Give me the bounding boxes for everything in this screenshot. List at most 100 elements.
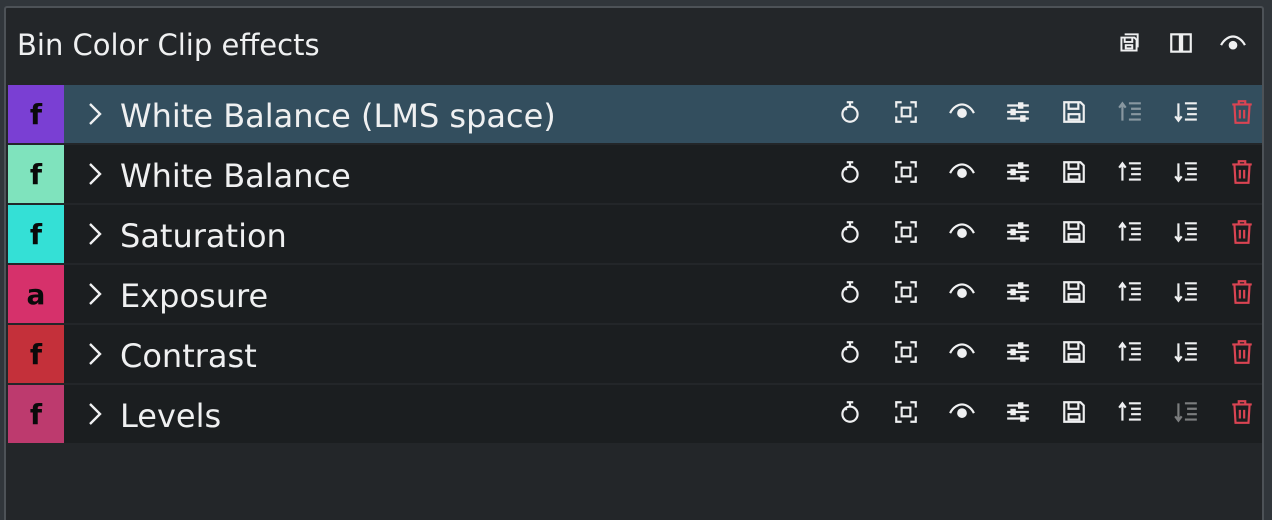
move-down-icon (1173, 279, 1199, 309)
delete-icon (1229, 159, 1255, 189)
chevron-right-icon[interactable] (84, 341, 106, 367)
effect-row[interactable]: f White Balance (8, 145, 1262, 203)
move-up-button[interactable] (1102, 340, 1158, 368)
keyframes-button[interactable] (822, 100, 878, 128)
move-down-icon (1173, 399, 1199, 429)
visibility-icon[interactable] (1220, 30, 1246, 60)
effect-row[interactable]: f Contrast (8, 325, 1262, 383)
compare-icon[interactable] (1168, 30, 1194, 60)
save-effect-button[interactable] (1046, 340, 1102, 368)
fit-button[interactable] (878, 100, 934, 128)
delete-effect-button[interactable] (1214, 220, 1270, 248)
effect-row[interactable]: f Levels (8, 385, 1262, 443)
effect-stack-panel: Bin Color Clip effects f White Balance (L… (4, 6, 1264, 520)
move-down-button[interactable] (1158, 340, 1214, 368)
save-effect-button[interactable] (1046, 400, 1102, 428)
chevron-right-icon[interactable] (84, 161, 106, 187)
fit-button[interactable] (878, 220, 934, 248)
delete-icon (1229, 99, 1255, 129)
chevron-right-icon[interactable] (84, 401, 106, 427)
move-down-icon (1173, 99, 1199, 129)
effect-name: Exposure (120, 277, 269, 315)
effect-actions (822, 100, 1270, 128)
move-up-button[interactable] (1102, 220, 1158, 248)
save-effect-button[interactable] (1046, 280, 1102, 308)
fit-button[interactable] (878, 340, 934, 368)
effect-row[interactable]: f Saturation (8, 205, 1262, 263)
delete-icon (1229, 279, 1255, 309)
chevron-right-icon[interactable] (84, 221, 106, 247)
effect-name: Contrast (120, 337, 257, 375)
fit-icon (893, 99, 919, 129)
enable-effect-button[interactable] (934, 340, 990, 368)
header-actions (1116, 30, 1246, 60)
move-up-icon (1117, 159, 1143, 189)
chevron-right-icon[interactable] (84, 101, 106, 127)
effect-type-badge: f (8, 205, 64, 263)
move-up-button[interactable] (1102, 280, 1158, 308)
keyframes-button[interactable] (822, 220, 878, 248)
fit-button[interactable] (878, 160, 934, 188)
timer-icon (837, 219, 863, 249)
effect-settings-button[interactable] (990, 280, 1046, 308)
save-icon (1061, 399, 1087, 429)
effect-type-badge: a (8, 265, 64, 323)
effect-settings-button[interactable] (990, 100, 1046, 128)
save-effect-button[interactable] (1046, 220, 1102, 248)
keyframes-button[interactable] (822, 160, 878, 188)
fit-button[interactable] (878, 280, 934, 308)
move-down-button[interactable] (1158, 160, 1214, 188)
delete-effect-button[interactable] (1214, 400, 1270, 428)
keyframes-button[interactable] (822, 340, 878, 368)
effect-settings-button[interactable] (990, 220, 1046, 248)
enable-effect-button[interactable] (934, 280, 990, 308)
effect-name: White Balance (120, 157, 351, 195)
save-effect-button[interactable] (1046, 160, 1102, 188)
fit-icon (893, 219, 919, 249)
move-down-icon (1173, 219, 1199, 249)
delete-icon (1229, 339, 1255, 369)
delete-effect-button[interactable] (1214, 340, 1270, 368)
effect-type-badge: f (8, 145, 64, 203)
effect-row[interactable]: f White Balance (LMS space) (8, 85, 1262, 143)
delete-effect-button[interactable] (1214, 280, 1270, 308)
fit-icon (893, 339, 919, 369)
move-down-button[interactable] (1158, 100, 1214, 128)
save-effect-button[interactable] (1046, 100, 1102, 128)
enable-effect-button[interactable] (934, 100, 990, 128)
move-down-button[interactable] (1158, 280, 1214, 308)
chevron-right-icon[interactable] (84, 281, 106, 307)
save-stack-icon[interactable] (1116, 30, 1142, 60)
panel-header: Bin Color Clip effects (6, 8, 1262, 84)
keyframes-button[interactable] (822, 280, 878, 308)
move-up-button[interactable] (1102, 400, 1158, 428)
save-icon (1061, 339, 1087, 369)
panel-title: Bin Color Clip effects (17, 28, 320, 62)
effect-settings-button[interactable] (990, 160, 1046, 188)
enable-effect-button[interactable] (934, 400, 990, 428)
sliders-icon (1005, 279, 1031, 309)
effect-row[interactable]: a Exposure (8, 265, 1262, 323)
move-down-icon (1173, 159, 1199, 189)
move-up-button[interactable] (1102, 160, 1158, 188)
save-icon (1061, 99, 1087, 129)
delete-effect-button[interactable] (1214, 100, 1270, 128)
fit-button[interactable] (878, 400, 934, 428)
effect-settings-button[interactable] (990, 340, 1046, 368)
enable-effect-button[interactable] (934, 160, 990, 188)
effect-settings-button[interactable] (990, 400, 1046, 428)
sliders-icon (1005, 399, 1031, 429)
keyframes-button[interactable] (822, 400, 878, 428)
effect-actions (822, 160, 1270, 188)
sliders-icon (1005, 219, 1031, 249)
delete-effect-button[interactable] (1214, 160, 1270, 188)
effect-type-badge: f (8, 325, 64, 383)
eye-icon (949, 219, 975, 249)
effect-name: White Balance (LMS space) (120, 97, 556, 135)
enable-effect-button[interactable] (934, 220, 990, 248)
move-down-button[interactable] (1158, 220, 1214, 248)
eye-icon (949, 399, 975, 429)
save-icon (1061, 279, 1087, 309)
eye-icon (949, 339, 975, 369)
save-icon (1061, 159, 1087, 189)
